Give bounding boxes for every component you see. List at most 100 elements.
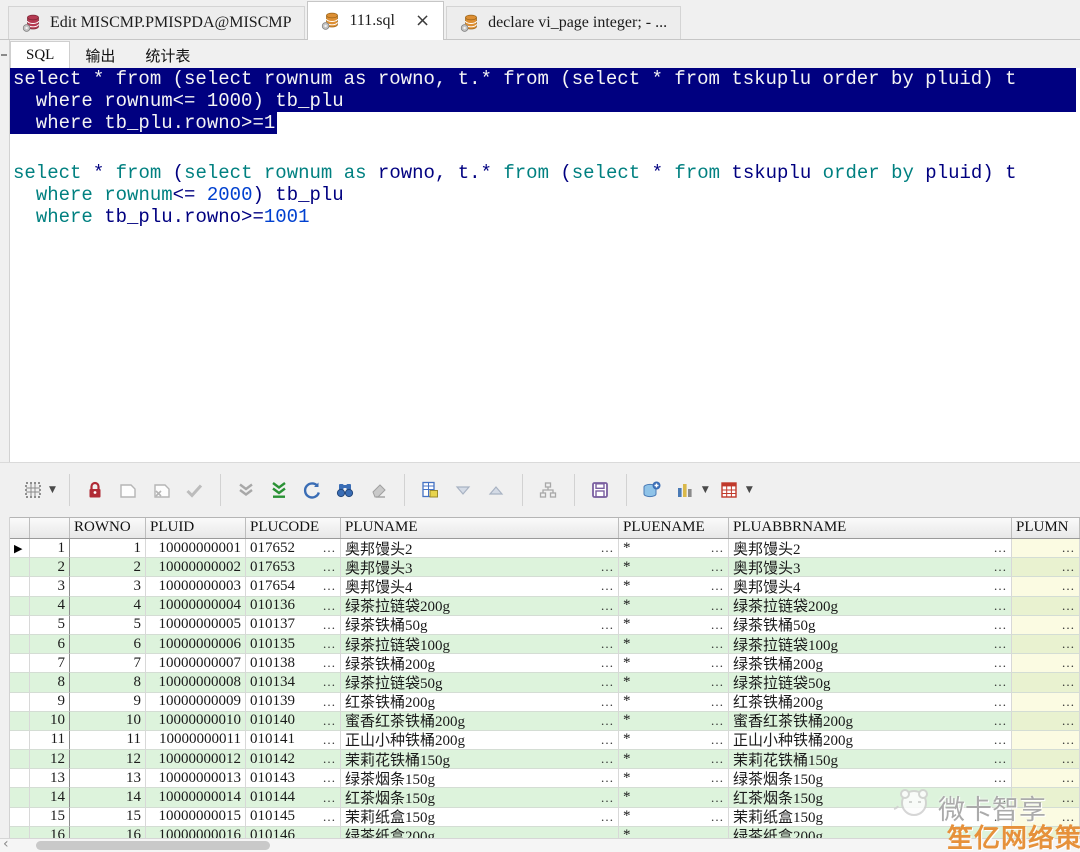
chart-icon[interactable]: [672, 477, 699, 504]
cell-pluabbrname[interactable]: 绿茶拉链袋100g…: [729, 635, 1012, 654]
table-row[interactable]: 4410000000004010136…绿茶拉链袋200g…*…绿茶拉链袋200…: [10, 597, 1080, 616]
ellipsis-button[interactable]: …: [319, 732, 337, 748]
cell-pluabbrname[interactable]: 绿茶烟条150g…: [729, 769, 1012, 788]
cell-pluid[interactable]: 10000000011: [146, 731, 246, 750]
table-row[interactable]: 7710000000007010138…绿茶铁桶200g…*…绿茶铁桶200g……: [10, 654, 1080, 673]
table-row[interactable]: 9910000000009010139…红茶铁桶200g…*…红茶铁桶200g……: [10, 693, 1080, 712]
column-header-PLUABBRNAME[interactable]: PLUABBRNAME: [729, 518, 1012, 538]
cell-pluname[interactable]: 奥邦馒头4…: [341, 577, 619, 596]
cell-pluabbrname[interactable]: 茉莉花铁桶150g…: [729, 750, 1012, 769]
ellipsis-button[interactable]: …: [1058, 598, 1076, 614]
cell-marker[interactable]: [10, 597, 30, 616]
filter-grid-icon[interactable]: [417, 477, 444, 504]
cell-pluid[interactable]: 10000000003: [146, 577, 246, 596]
cell-plumn[interactable]: …: [1012, 597, 1080, 616]
cell-rowno[interactable]: 10: [70, 712, 146, 731]
cell-rowno[interactable]: 3: [70, 577, 146, 596]
result-tab-3[interactable]: 统计表: [130, 42, 205, 68]
cell-pluabbrname[interactable]: 绿茶铁桶200g…: [729, 654, 1012, 673]
table-row[interactable]: 101010000000010010140…蜜香红茶铁桶200g…*…蜜香红茶铁…: [10, 712, 1080, 731]
window-tab-2[interactable]: 111.sql×: [307, 1, 444, 40]
grid-options-icon[interactable]: [19, 477, 46, 504]
cell-pluname[interactable]: 红茶烟条150g…: [341, 788, 619, 807]
cell-marker[interactable]: [10, 616, 30, 635]
ellipsis-button[interactable]: …: [597, 540, 615, 556]
cell-plumn[interactable]: …: [1012, 654, 1080, 673]
table-row[interactable]: 2210000000002017653…奥邦馒头3…*…奥邦馒头3……: [10, 558, 1080, 577]
cell-pluname[interactable]: 茉莉纸盒150g…: [341, 808, 619, 827]
cell-pluid[interactable]: 10000000007: [146, 654, 246, 673]
cell-pluabbrname[interactable]: 绿茶拉链袋50g…: [729, 673, 1012, 692]
cell-plucode[interactable]: 010135…: [246, 635, 341, 654]
cell-row-number[interactable]: 9: [30, 693, 70, 712]
ellipsis-button[interactable]: …: [990, 598, 1008, 614]
splitter-handle-icon[interactable]: [1, 54, 7, 56]
ellipsis-button[interactable]: …: [1058, 790, 1076, 806]
ellipsis-button[interactable]: …: [707, 598, 725, 614]
cell-pluename[interactable]: *…: [619, 673, 729, 692]
ellipsis-button[interactable]: …: [597, 713, 615, 729]
cell-pluid[interactable]: 10000000009: [146, 693, 246, 712]
ellipsis-button[interactable]: …: [597, 674, 615, 690]
cell-pluabbrname[interactable]: 蜜香红茶铁桶200g…: [729, 712, 1012, 731]
ellipsis-button[interactable]: …: [707, 559, 725, 575]
cell-pluid[interactable]: 10000000010: [146, 712, 246, 731]
window-tab-1[interactable]: Edit MISCMP.PMISPDA@MISCMP: [8, 6, 305, 39]
cell-pluname[interactable]: 绿茶铁桶200g…: [341, 654, 619, 673]
cell-rowno[interactable]: 15: [70, 808, 146, 827]
ellipsis-button[interactable]: …: [707, 732, 725, 748]
cell-marker[interactable]: [10, 673, 30, 692]
cell-plumn[interactable]: …: [1012, 577, 1080, 596]
cell-row-number[interactable]: 14: [30, 788, 70, 807]
table-row[interactable]: 121210000000012010142…茉莉花铁桶150g…*…茉莉花铁桶1…: [10, 750, 1080, 769]
sql-editor[interactable]: select * from (select rownum as rowno, t…: [10, 68, 1080, 462]
column-header-blank[interactable]: [10, 518, 30, 538]
cell-row-number[interactable]: 2: [30, 558, 70, 577]
ellipsis-button[interactable]: …: [1058, 617, 1076, 633]
ellipsis-button[interactable]: …: [707, 655, 725, 671]
cell-plucode[interactable]: 010143…: [246, 769, 341, 788]
cell-plumn[interactable]: …: [1012, 712, 1080, 731]
ellipsis-button[interactable]: …: [707, 694, 725, 710]
grid-options-dropdown-icon[interactable]: ▼: [49, 485, 56, 495]
lock-icon[interactable]: [82, 477, 109, 504]
cell-plumn[interactable]: …: [1012, 558, 1080, 577]
red-table-icon[interactable]: [716, 477, 743, 504]
ellipsis-button[interactable]: …: [319, 636, 337, 652]
ellipsis-button[interactable]: …: [990, 559, 1008, 575]
ellipsis-button[interactable]: …: [707, 713, 725, 729]
cell-pluid[interactable]: 10000000006: [146, 635, 246, 654]
ellipsis-button[interactable]: …: [597, 578, 615, 594]
cell-row-number[interactable]: 1: [30, 539, 70, 558]
cell-pluename[interactable]: *…: [619, 616, 729, 635]
ellipsis-button[interactable]: …: [707, 636, 725, 652]
cell-pluname[interactable]: 绿茶拉链袋50g…: [341, 673, 619, 692]
ellipsis-button[interactable]: …: [990, 732, 1008, 748]
cell-pluid[interactable]: 10000000004: [146, 597, 246, 616]
ellipsis-button[interactable]: …: [990, 617, 1008, 633]
ellipsis-button[interactable]: …: [319, 694, 337, 710]
column-header-PLUCODE[interactable]: PLUCODE: [246, 518, 341, 538]
cell-pluename[interactable]: *…: [619, 654, 729, 673]
column-header-PLUMN[interactable]: PLUMN: [1012, 518, 1080, 538]
cell-row-number[interactable]: 13: [30, 769, 70, 788]
cell-pluabbrname[interactable]: 奥邦馒头2…: [729, 539, 1012, 558]
result-tab-1[interactable]: SQL: [10, 41, 70, 68]
cell-pluname[interactable]: 奥邦馒头2…: [341, 539, 619, 558]
cell-plucode[interactable]: 010145…: [246, 808, 341, 827]
cell-plumn[interactable]: …: [1012, 769, 1080, 788]
cell-plucode[interactable]: 010142…: [246, 750, 341, 769]
cell-marker[interactable]: [10, 808, 30, 827]
cell-plumn[interactable]: …: [1012, 673, 1080, 692]
cell-pluname[interactable]: 绿茶烟条150g…: [341, 769, 619, 788]
cell-pluename[interactable]: *…: [619, 577, 729, 596]
cell-rowno[interactable]: 6: [70, 635, 146, 654]
cell-plucode[interactable]: 010140…: [246, 712, 341, 731]
ellipsis-button[interactable]: …: [319, 559, 337, 575]
cell-pluename[interactable]: *…: [619, 769, 729, 788]
cell-marker[interactable]: ▶: [10, 539, 30, 558]
ellipsis-button[interactable]: …: [1058, 732, 1076, 748]
ellipsis-button[interactable]: …: [990, 655, 1008, 671]
cell-pluabbrname[interactable]: 奥邦馒头3…: [729, 558, 1012, 577]
cell-row-number[interactable]: 6: [30, 635, 70, 654]
